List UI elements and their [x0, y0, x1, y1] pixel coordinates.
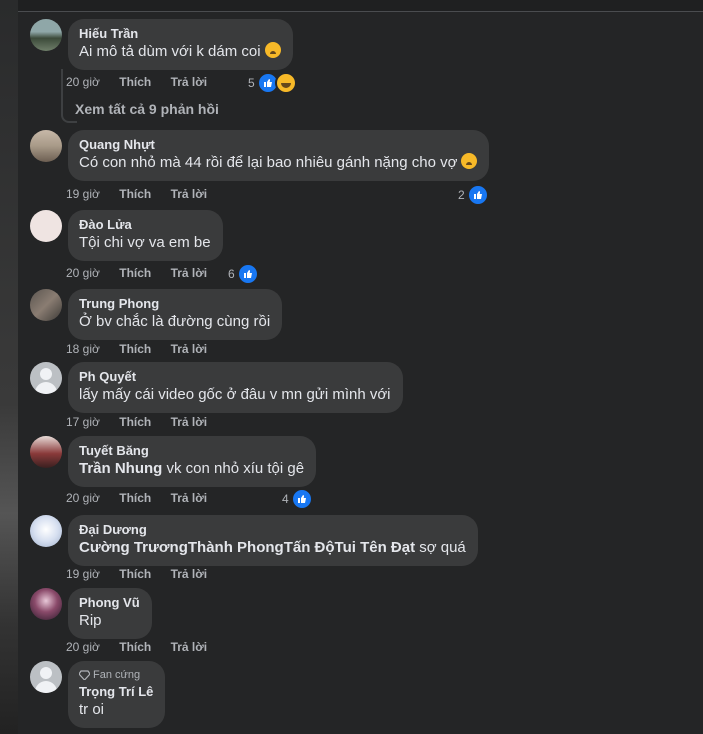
diamond-icon [79, 670, 90, 680]
comment-bubble: Đại Dương Cường TrươngThành PhongTấn ĐộT… [68, 515, 478, 566]
comment-text: Trần Nhung vk con nhỏ xíu tội gê [79, 460, 305, 477]
reply-link[interactable]: Trả lời [171, 567, 208, 581]
reaction-summary[interactable]: 5 [248, 72, 297, 94]
reaction-summary[interactable]: 2 [458, 184, 489, 206]
comment-bubble: Đào Lửa Tội chi vợ va em be [68, 210, 223, 261]
avatar[interactable] [30, 436, 62, 468]
comments-panel: Hiếu Trần Ai mô tả dùm với k dám coi 20 … [18, 12, 703, 734]
comment-author[interactable]: Phong Vũ [79, 595, 140, 611]
like-icon [466, 184, 489, 206]
comment-bubble: Tuyết Băng Trần Nhung vk con nhỏ xíu tội… [68, 436, 317, 487]
like-link[interactable]: Thích [119, 491, 151, 505]
face-screaming-icon [264, 42, 281, 58]
top-fan-badge: Fan cứng [79, 668, 153, 682]
comment-time[interactable]: 20 giờ [66, 491, 100, 505]
avatar[interactable] [30, 19, 62, 51]
haha-icon [274, 72, 297, 94]
reply-link[interactable]: Trả lời [171, 75, 208, 89]
sad-face-icon [461, 153, 478, 169]
avatar[interactable] [30, 515, 62, 547]
view-replies-link[interactable]: Xem tất cả 9 phản hồi [75, 101, 219, 117]
comment-actions: 19 giờ Thích Trả lời [66, 187, 223, 201]
comment-time[interactable]: 19 giờ [66, 187, 100, 201]
comment-time[interactable]: 20 giờ [66, 266, 100, 280]
reply-link[interactable]: Trả lời [171, 491, 208, 505]
avatar[interactable] [30, 362, 62, 394]
comment-actions: 19 giờ Thích Trả lời [66, 567, 223, 581]
avatar[interactable] [30, 210, 62, 242]
like-icon [236, 263, 259, 285]
comment-bubble: Trung Phong Ở bv chắc là đường cùng rồi [68, 289, 283, 340]
comment-actions: 20 giờ Thích Trả lời [66, 491, 223, 505]
avatar[interactable] [30, 289, 62, 321]
comment-bubble: Fan cứng Trọng Trí Lê tr oi [68, 661, 166, 728]
comment-author[interactable]: Trọng Trí Lê [79, 684, 153, 700]
comment-text: Ai mô tả dùm với k dám coi [79, 42, 281, 62]
comment-actions: 20 giờ Thích Trả lời [66, 75, 223, 89]
mention-link[interactable]: Cường TrươngThành PhongTấn ĐộTui Tên Đạt [79, 539, 415, 556]
reply-link[interactable]: Trả lời [171, 187, 208, 201]
reply-link[interactable]: Trả lời [171, 640, 208, 654]
like-link[interactable]: Thích [119, 75, 151, 89]
comment-actions: 17 giờ Thích Trả lời [66, 415, 223, 429]
avatar[interactable] [30, 661, 62, 693]
comment-author[interactable]: Ph Quyết [79, 369, 391, 385]
comment-bubble: Hiếu Trần Ai mô tả dùm với k dám coi [68, 19, 293, 70]
comment-actions: 18 giờ Thích Trả lời [66, 342, 223, 356]
like-link[interactable]: Thích [119, 567, 151, 581]
reply-link[interactable]: Trả lời [171, 415, 208, 429]
background-video-edge [0, 0, 18, 734]
like-link[interactable]: Thích [119, 342, 151, 356]
fan-badge-label: Fan cứng [93, 669, 141, 681]
comment-text: lấy mấy cái video gốc ở đâu v mn gửi mìn… [79, 386, 391, 403]
like-link[interactable]: Thích [119, 266, 151, 280]
reaction-summary[interactable]: 4 [282, 488, 313, 510]
comment-author[interactable]: Quang Nhựt [79, 137, 477, 153]
comment-actions: 20 giờ Thích Trả lời [66, 266, 223, 280]
comment-bubble: Phong Vũ Rip [68, 588, 152, 639]
reaction-count: 5 [248, 76, 255, 90]
comment-text: Có con nhỏ mà 44 rồi để lại bao nhiêu gá… [79, 153, 478, 173]
reaction-count: 6 [228, 267, 235, 281]
mention-link[interactable]: Trần Nhung [79, 460, 162, 477]
comment-time[interactable]: 17 giờ [66, 415, 100, 429]
comment-author[interactable]: Trung Phong [79, 296, 270, 312]
comment-author[interactable]: Hiếu Trần [79, 26, 281, 42]
like-link[interactable]: Thích [119, 187, 151, 201]
reply-link[interactable]: Trả lời [171, 342, 208, 356]
comment-time[interactable]: 20 giờ [66, 640, 100, 654]
comment-text: Rip [79, 612, 102, 629]
comment-text: Cường TrươngThành PhongTấn ĐộTui Tên Đạt… [79, 539, 466, 556]
like-link[interactable]: Thích [119, 640, 151, 654]
comment-text: Tội chi vợ va em be [79, 234, 211, 251]
comment-actions: 20 giờ Thích Trả lời [66, 640, 223, 654]
comment-time[interactable]: 19 giờ [66, 567, 100, 581]
comment-author[interactable]: Đại Dương [79, 522, 466, 538]
comment-author[interactable]: Tuyết Băng [79, 443, 304, 459]
reaction-count: 4 [282, 492, 289, 506]
comment-bubble: Ph Quyết lấy mấy cái video gốc ở đâu v m… [68, 362, 403, 413]
reaction-count: 2 [458, 188, 465, 202]
comment-author[interactable]: Đào Lửa [79, 217, 211, 233]
avatar[interactable] [30, 130, 62, 162]
comment-text: tr oi [79, 701, 105, 718]
avatar[interactable] [30, 588, 62, 620]
like-icon [290, 488, 313, 510]
reply-link[interactable]: Trả lời [171, 266, 208, 280]
comment-time[interactable]: 18 giờ [66, 342, 100, 356]
like-link[interactable]: Thích [119, 415, 151, 429]
comment-text: Ở bv chắc là đường cùng rồi [79, 313, 271, 330]
reaction-summary[interactable]: 6 [228, 263, 259, 285]
comment-bubble: Quang Nhựt Có con nhỏ mà 44 rồi để lại b… [68, 130, 490, 181]
